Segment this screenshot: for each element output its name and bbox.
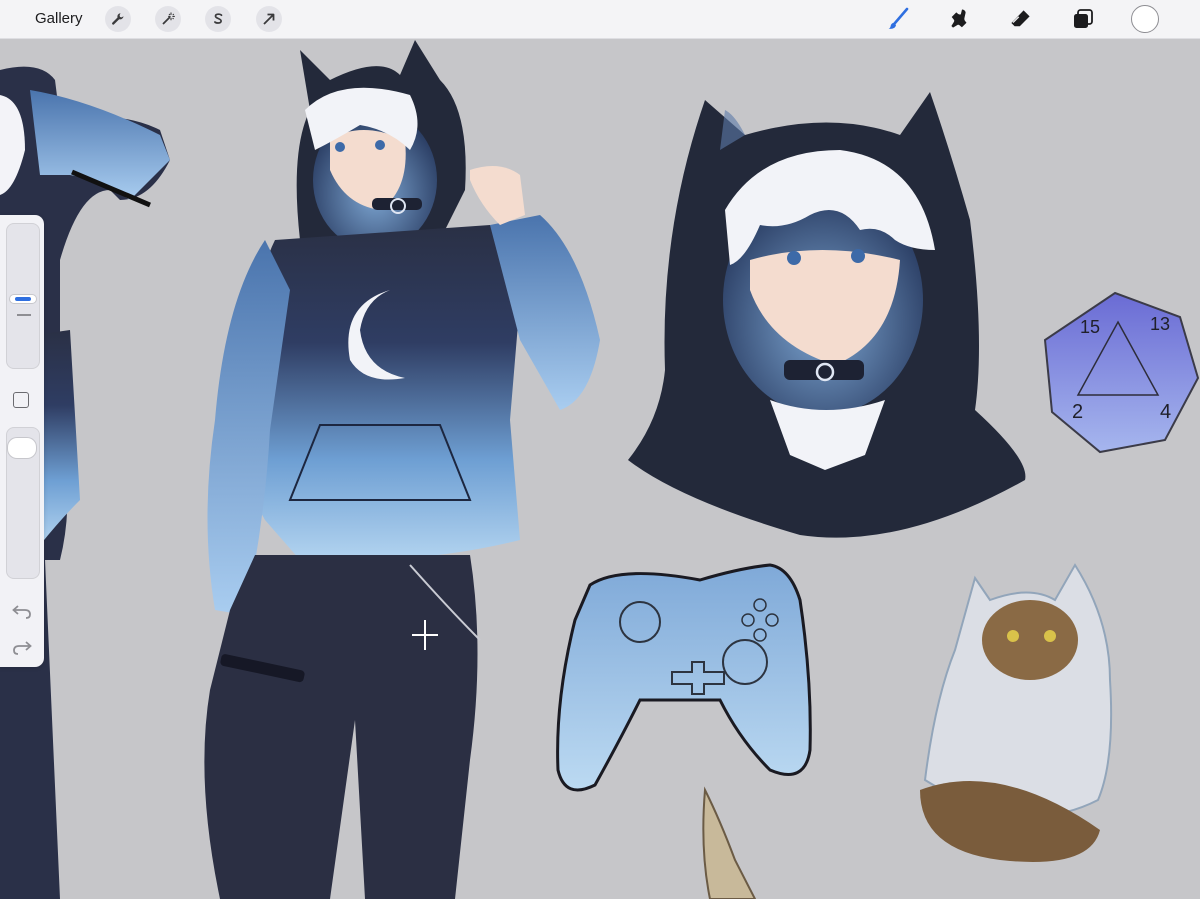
smudge-icon[interactable] (947, 6, 973, 32)
top-toolbar: Gallery (0, 0, 1200, 39)
svg-text:15: 15 (1080, 317, 1100, 337)
brush-size-marker (17, 314, 31, 316)
modify-square-icon[interactable] (13, 392, 29, 408)
brush-size-thumb[interactable] (10, 295, 36, 303)
layers-icon[interactable] (1070, 6, 1096, 32)
undo-icon[interactable] (10, 601, 34, 621)
brush-icon[interactable] (886, 6, 912, 32)
brush-opacity-slider[interactable] (6, 427, 40, 579)
brush-opacity-thumb[interactable] (8, 438, 36, 458)
svg-text:4: 4 (1160, 401, 1171, 423)
color-picker-swatch[interactable] (1131, 5, 1159, 33)
cat-raincoat-sticker (920, 563, 1113, 862)
canvas-artwork: 15 13 2 4 (0, 40, 1200, 899)
selection-s-icon[interactable] (205, 6, 231, 32)
transform-arrow-icon[interactable] (256, 6, 282, 32)
svg-text:13: 13 (1150, 314, 1170, 334)
brush-size-slider[interactable] (6, 223, 40, 369)
svg-text:2: 2 (1072, 401, 1083, 423)
character-bust-portrait (628, 92, 1026, 538)
drawing-canvas[interactable]: 15 13 2 4 (0, 39, 1200, 899)
wrench-icon[interactable] (105, 6, 131, 32)
redo-icon[interactable] (10, 637, 34, 657)
magic-wand-icon[interactable] (155, 6, 181, 32)
brush-sidebar (0, 215, 44, 667)
gallery-button[interactable]: Gallery (35, 10, 83, 27)
game-controller-sticker (556, 563, 812, 792)
fish-bones-sketch (702, 786, 757, 899)
d20-dice-sticker: 15 13 2 4 (1043, 291, 1200, 454)
eraser-icon[interactable] (1008, 6, 1034, 32)
character-fullbody-hoodie (204, 40, 600, 899)
